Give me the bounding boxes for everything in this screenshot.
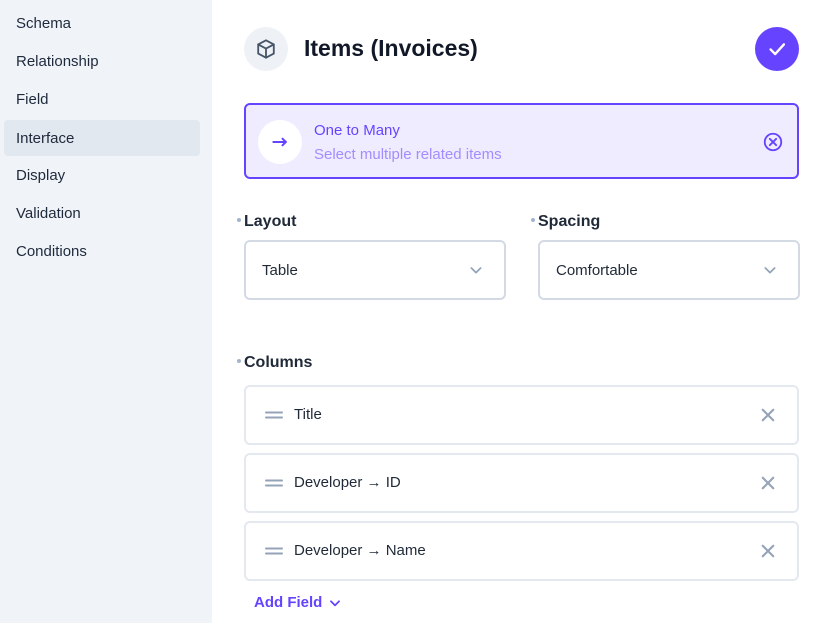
sidebar-item-validation[interactable]: Validation <box>4 195 200 231</box>
add-field-label: Add Field <box>254 594 323 611</box>
drag-handle-icon[interactable] <box>264 543 284 559</box>
column-row[interactable]: Title <box>244 385 799 445</box>
check-icon <box>769 43 786 56</box>
column-name: Developer → Name <box>294 542 426 559</box>
column-row[interactable]: Developer → Name <box>244 521 799 581</box>
required-indicator <box>237 359 241 363</box>
sidebar-item-label: Validation <box>16 204 81 222</box>
column-name: Developer → ID <box>294 474 401 491</box>
sidebar-item-relationship[interactable]: Relationship <box>4 43 200 79</box>
add-field-button[interactable]: Add Field <box>254 593 342 613</box>
drag-handle-icon[interactable] <box>264 407 284 423</box>
sidebar-item-field[interactable]: Field <box>4 81 200 117</box>
close-icon[interactable] <box>757 472 779 494</box>
layout-select[interactable]: Table <box>244 240 506 300</box>
save-button[interactable] <box>755 27 799 71</box>
drag-handle-icon[interactable] <box>264 475 284 491</box>
column-name: Title <box>294 406 322 423</box>
layout-value: Table <box>262 261 298 279</box>
spacing-value: Comfortable <box>556 261 638 279</box>
main-panel: Items (Invoices) One to Many Select mult… <box>212 0 821 623</box>
arrow-right-icon <box>258 120 302 164</box>
relation-subtitle: Select multiple related items <box>314 146 502 163</box>
sidebar-item-label: Interface <box>16 129 75 147</box>
sidebar-item-interface[interactable]: Interface <box>4 120 200 156</box>
page-title: Items (Invoices) <box>304 35 478 61</box>
sidebar: Schema Relationship Field Interface Disp… <box>0 0 212 623</box>
chevron-down-icon <box>330 600 341 607</box>
required-indicator <box>531 218 535 222</box>
column-row[interactable]: Developer → ID <box>244 453 799 513</box>
relation-title: One to Many <box>314 122 400 139</box>
sidebar-item-label: Schema <box>16 14 72 32</box>
chevron-down-icon <box>470 267 482 274</box>
close-icon[interactable] <box>757 540 779 562</box>
sidebar-item-conditions[interactable]: Conditions <box>4 233 200 269</box>
columns-label: Columns <box>244 354 313 371</box>
sidebar-item-display[interactable]: Display <box>4 157 200 193</box>
sidebar-item-schema[interactable]: Schema <box>4 5 200 41</box>
spacing-label: Spacing <box>538 213 601 230</box>
sidebar-item-label: Relationship <box>16 52 99 70</box>
close-circle-icon[interactable] <box>761 130 785 154</box>
required-indicator <box>237 218 241 222</box>
sidebar-item-label: Field <box>16 90 49 108</box>
close-icon[interactable] <box>757 404 779 426</box>
sidebar-item-label: Display <box>16 166 66 184</box>
relation-type-selector[interactable]: One to Many Select multiple related item… <box>244 103 799 179</box>
cube-icon <box>244 27 288 71</box>
chevron-down-icon <box>764 267 776 274</box>
sidebar-item-label: Conditions <box>16 242 87 260</box>
layout-label: Layout <box>244 213 297 230</box>
spacing-select[interactable]: Comfortable <box>538 240 800 300</box>
